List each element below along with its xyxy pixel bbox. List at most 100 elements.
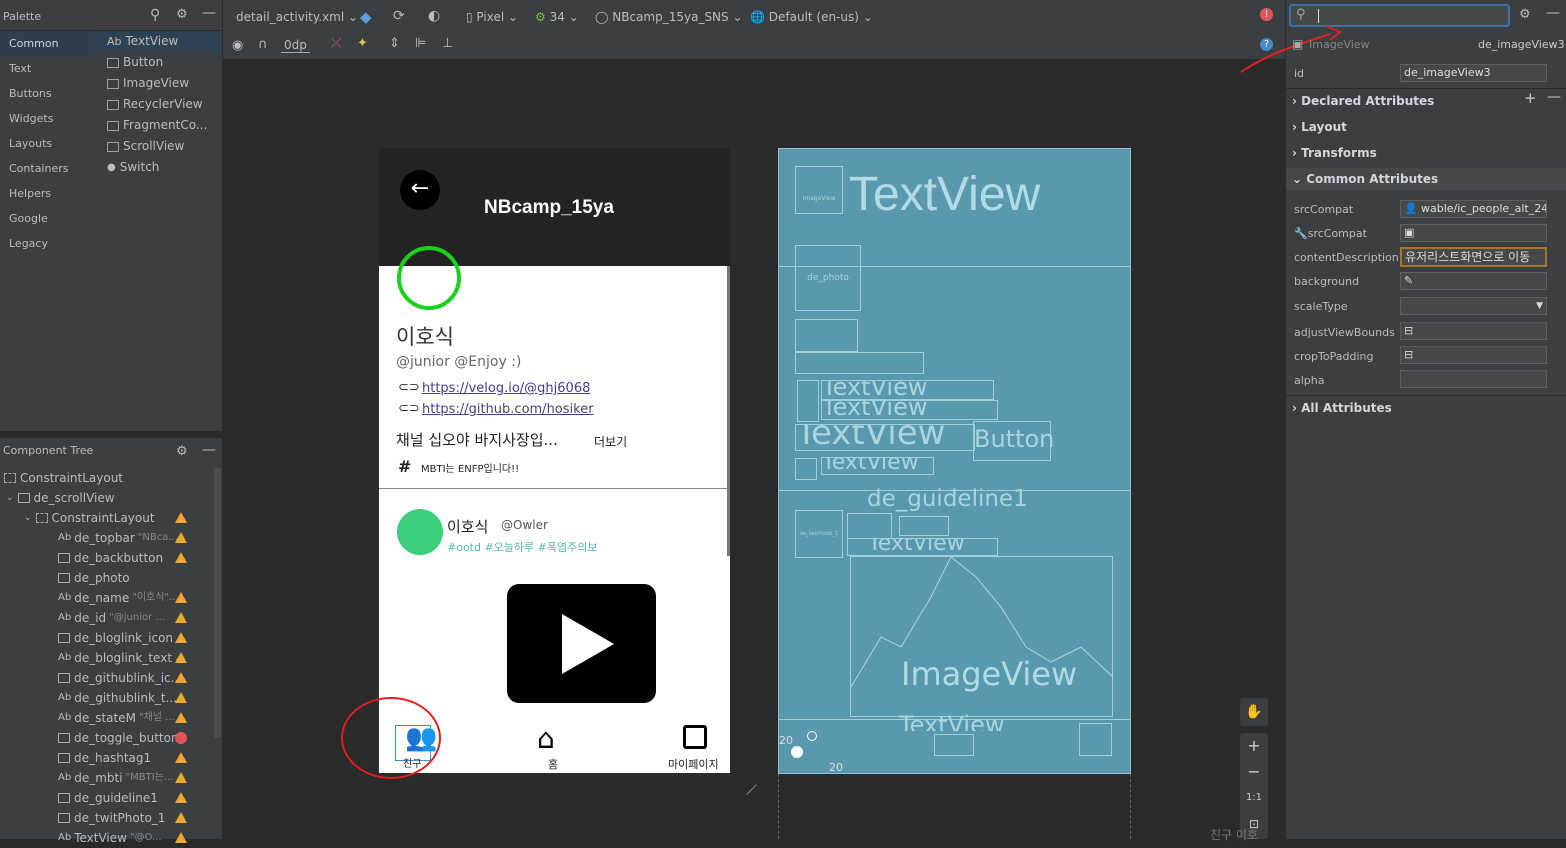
category-common[interactable]: Common (0, 31, 95, 56)
warning-icon[interactable] (175, 532, 187, 543)
profile-photo[interactable] (397, 246, 461, 310)
device-dropdown[interactable]: ▯ Pixel ⌄ (466, 10, 518, 24)
attr-srccompat-tools-value[interactable]: ▣ (1400, 224, 1547, 242)
attr-crop-to-padding-value[interactable]: ⊟ (1400, 346, 1547, 364)
gear-icon[interactable]: ⚙ (176, 7, 188, 22)
widget-button[interactable]: Button (95, 52, 222, 73)
layers-icon[interactable]: ◆ (360, 8, 372, 26)
warning-icon[interactable] (175, 812, 187, 823)
preview-scrollbar[interactable] (727, 266, 730, 556)
category-text[interactable]: Text (0, 56, 95, 81)
theme-dropdown[interactable]: ◯ NBcamp_15ya_SNS ⌄ (595, 10, 743, 24)
tree-row[interactable]: Ab de_bloglink_text... (0, 648, 210, 668)
widget-recyclerview[interactable]: RecyclerView (95, 94, 222, 115)
category-layouts[interactable]: Layouts (0, 131, 95, 156)
tree-row[interactable]: de_bloglink_icon (0, 628, 210, 648)
tree-row[interactable]: de_githublink_ic... (0, 668, 210, 688)
add-attribute-icon[interactable]: + (1524, 89, 1537, 107)
category-legacy[interactable]: Legacy (0, 231, 95, 256)
post-avatar[interactable] (397, 509, 443, 555)
minimize-icon[interactable]: — (202, 5, 216, 21)
eye-icon[interactable]: ◉ (232, 38, 243, 53)
tree-row[interactable]: de_hashtag1 (0, 748, 210, 768)
tree-row[interactable]: de_backbutton (0, 548, 210, 568)
video-thumbnail[interactable] (507, 584, 656, 703)
widget-scrollview[interactable]: ScrollView (95, 136, 222, 157)
section-common[interactable]: ⌄ Common Attributes (1292, 172, 1438, 186)
attr-scaletype-value[interactable]: ▼ (1400, 297, 1547, 315)
blog-link[interactable]: https://velog.io/@ghj6068 (422, 381, 590, 396)
margin-dropdown[interactable]: 0dp (281, 38, 310, 53)
gear-icon[interactable]: ⚙ (176, 444, 188, 459)
more-button[interactable]: 더보기 (594, 433, 627, 450)
guidelines-icon[interactable]: ⊥ (442, 36, 453, 51)
blueprint-preview[interactable]: ImageView TextView de_photo TextView Tex… (778, 148, 1131, 774)
attr-alpha-value[interactable] (1400, 370, 1547, 388)
attr-adjust-view-bounds-value[interactable]: ⊟ (1400, 322, 1547, 340)
id-field[interactable]: de_imageView3 (1400, 64, 1547, 82)
section-declared[interactable]: › Declared Attributes (1292, 94, 1434, 108)
tree-row[interactable]: ⌄ de_scrollView (0, 488, 210, 508)
tree-row[interactable]: de_twitPhoto_1 (0, 808, 210, 828)
pan-icon[interactable]: ✋ (1240, 698, 1268, 726)
tree-row[interactable]: Ab de_topbar "NBca... (0, 528, 210, 548)
tree-row[interactable]: Ab de_name "이호식"... (0, 588, 210, 608)
github-link[interactable]: https://github.com/hosiker (422, 402, 594, 417)
api-dropdown[interactable]: ⚙ 34 ⌄ (535, 10, 579, 24)
orientation-icon[interactable]: ⟳ (393, 8, 405, 24)
zoom-actual[interactable]: 1:1 (1240, 785, 1268, 811)
tree-row[interactable]: de_toggle_button (0, 728, 210, 748)
tree-row[interactable]: Ab TextView "@O... (0, 828, 210, 848)
widget-switch[interactable]: ● Switch (95, 157, 222, 178)
widget-fragment[interactable]: FragmentCo... (95, 115, 222, 136)
warning-icon[interactable] (175, 712, 187, 723)
minimize-icon[interactable]: — (202, 442, 216, 458)
selection-handle[interactable] (807, 731, 817, 741)
expand-icon[interactable]: ⌄ (6, 488, 14, 508)
minimize-icon[interactable]: — (1546, 5, 1560, 21)
back-arrow-icon[interactable]: ← (400, 170, 440, 210)
widget-textview[interactable]: Ab TextView (95, 31, 222, 52)
section-transforms[interactable]: › Transforms (1292, 146, 1377, 160)
tree-row[interactable]: de_photo (0, 568, 210, 588)
section-layout[interactable]: › Layout (1292, 120, 1347, 134)
tree-row[interactable]: Ab de_stateM "채널 ... (0, 708, 210, 728)
tree-row[interactable]: Ab de_mbti "MBTI는... (0, 768, 210, 788)
warning-icon[interactable] (175, 752, 187, 763)
warning-icon[interactable] (175, 512, 187, 523)
night-mode-icon[interactable]: ◐ (428, 8, 440, 24)
remove-attribute-icon[interactable]: — (1547, 89, 1561, 105)
expand-icon[interactable]: ⌄ (24, 508, 32, 528)
tree-scrollbar[interactable] (214, 468, 221, 738)
infer-constraints-icon[interactable]: ✦ (357, 36, 368, 51)
file-dropdown[interactable]: detail_activity.xml ⌄ (236, 10, 358, 24)
warning-icon[interactable] (175, 632, 187, 643)
tree-row[interactable]: Ab de_id "@junior ... (0, 608, 210, 628)
category-buttons[interactable]: Buttons (0, 81, 95, 106)
tree-row[interactable]: Ab de_githublink_t... (0, 688, 210, 708)
category-helpers[interactable]: Helpers (0, 181, 95, 206)
warning-icon[interactable] (175, 832, 187, 843)
warning-icon[interactable] (175, 792, 187, 803)
warning-icon[interactable] (175, 692, 187, 703)
tree-row[interactable]: ConstraintLayout (0, 468, 210, 488)
attr-content-description-value[interactable]: 유저리스트화면으로 이동 (1400, 247, 1547, 267)
category-containers[interactable]: Containers (0, 156, 95, 181)
search-icon[interactable]: ⚲ (150, 7, 160, 23)
home-icon[interactable]: ⌂ (537, 722, 555, 755)
account-box-icon[interactable] (683, 725, 707, 749)
category-widgets[interactable]: Widgets (0, 106, 95, 131)
clear-constraints-icon[interactable]: ⤫ (331, 36, 341, 51)
warning-icon[interactable] (175, 672, 187, 683)
pack-icon[interactable]: ⇕ (389, 36, 400, 51)
warning-icon[interactable] (175, 552, 187, 563)
section-all[interactable]: › All Attributes (1292, 401, 1392, 415)
attr-background-value[interactable]: ✎ (1400, 272, 1547, 290)
attr-srccompat-value[interactable]: 👤 wable/ic_people_alt_24 (1400, 200, 1547, 218)
selection-handle[interactable] (791, 746, 803, 758)
warning-icon[interactable] (175, 652, 187, 663)
tree-row[interactable]: ⌄ ConstraintLayout (0, 508, 210, 528)
widget-imageview[interactable]: ImageView (95, 73, 222, 94)
tree-row[interactable]: de_guideline1 (0, 788, 210, 808)
warning-icon[interactable] (175, 772, 187, 783)
